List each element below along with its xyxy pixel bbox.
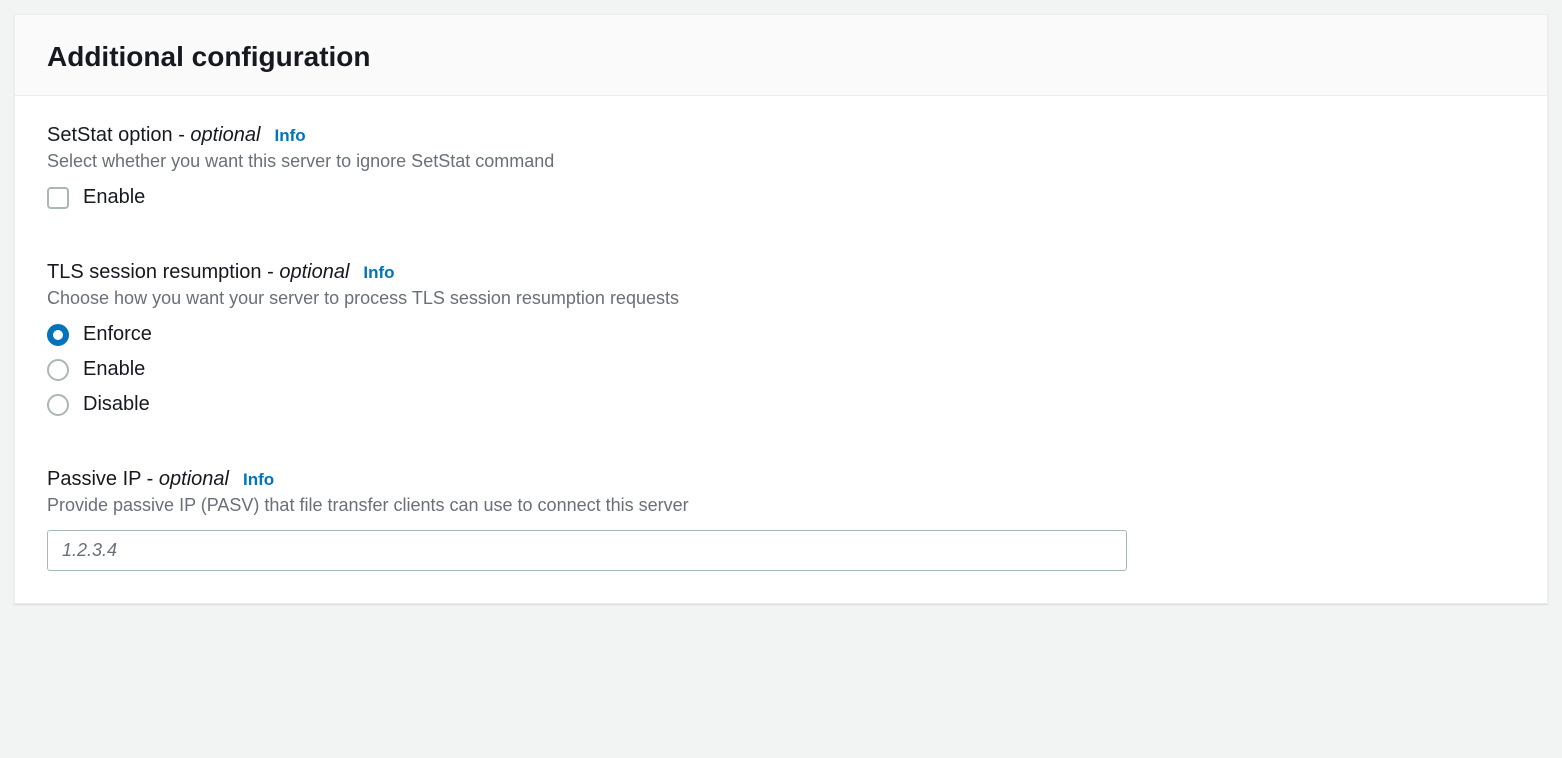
additional-configuration-panel: Additional configuration SetStat option … — [14, 14, 1548, 604]
tls-enable-label: Enable — [83, 358, 145, 381]
tls-disable-label: Disable — [83, 393, 150, 416]
tls-enforce-row[interactable]: Enforce — [47, 323, 1515, 346]
setstat-enable-label: Enable — [83, 186, 145, 209]
tls-enable-radio[interactable] — [47, 359, 69, 381]
setstat-desc: Select whether you want this server to i… — [47, 151, 1515, 172]
tls-enforce-radio[interactable] — [47, 324, 69, 346]
tls-enable-row[interactable]: Enable — [47, 358, 1515, 381]
panel-title: Additional configuration — [47, 39, 1515, 75]
setstat-title: SetStat option - optional — [47, 124, 260, 147]
setstat-info-link[interactable]: Info — [274, 126, 305, 146]
passive-ip-field-header: Passive IP - optional Info — [47, 468, 1515, 491]
setstat-field-group: SetStat option - optional Info Select wh… — [47, 124, 1515, 209]
passive-ip-desc: Provide passive IP (PASV) that file tran… — [47, 495, 1515, 516]
passive-ip-info-link[interactable]: Info — [243, 470, 274, 490]
panel-body: SetStat option - optional Info Select wh… — [15, 96, 1547, 603]
panel-header: Additional configuration — [15, 15, 1547, 96]
setstat-enable-row[interactable]: Enable — [47, 186, 1515, 209]
passive-ip-input[interactable] — [47, 530, 1127, 571]
tls-disable-row[interactable]: Disable — [47, 393, 1515, 416]
tls-title: TLS session resumption - optional — [47, 261, 349, 284]
passive-ip-title: Passive IP - optional — [47, 468, 229, 491]
tls-disable-radio[interactable] — [47, 394, 69, 416]
passive-ip-field-group: Passive IP - optional Info Provide passi… — [47, 468, 1515, 571]
tls-desc: Choose how you want your server to proce… — [47, 288, 1515, 309]
tls-field-group: TLS session resumption - optional Info C… — [47, 261, 1515, 416]
setstat-field-header: SetStat option - optional Info — [47, 124, 1515, 147]
setstat-enable-checkbox[interactable] — [47, 187, 69, 209]
tls-enforce-label: Enforce — [83, 323, 152, 346]
tls-info-link[interactable]: Info — [363, 263, 394, 283]
tls-field-header: TLS session resumption - optional Info — [47, 261, 1515, 284]
